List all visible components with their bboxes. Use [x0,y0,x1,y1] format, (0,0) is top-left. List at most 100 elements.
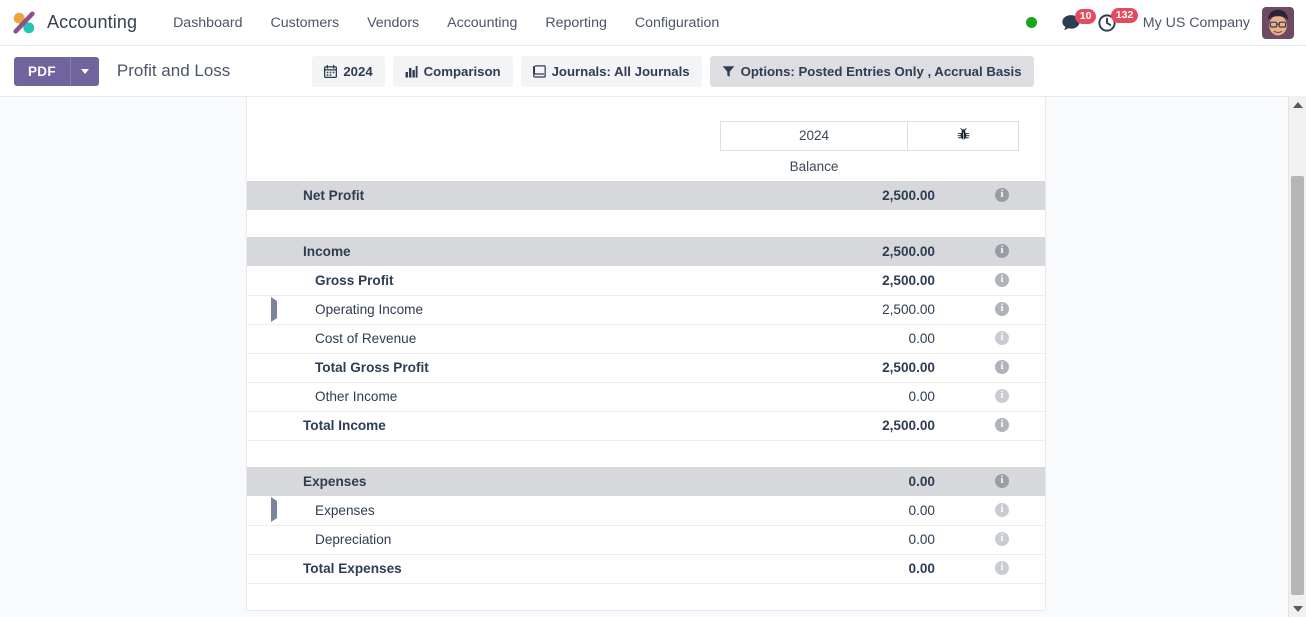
table-row[interactable]: Other Income 0.00 i [247,382,1045,412]
row-expand-cell [247,266,293,296]
info-icon[interactable]: i [995,360,1009,375]
table-row[interactable]: Expenses 0.00 i [247,467,1045,496]
info-icon[interactable]: i [995,389,1009,404]
journals-filter-label: Journals: All Journals [551,63,690,79]
row-info-cell: i [989,554,1045,584]
table-row[interactable]: Operating Income 2,500.00 i [247,295,1045,325]
row-value[interactable]: 0.00 [682,554,989,584]
row-value[interactable]: 0.00 [682,525,989,555]
chevron-right-icon[interactable] [271,296,277,322]
column-header-period[interactable]: 2024 [720,121,908,151]
column-header-debug[interactable] [908,121,1019,151]
row-value[interactable]: 2,500.00 [682,295,989,325]
row-expand-cell [247,353,293,383]
menu-item-customers[interactable]: Customers [256,9,353,37]
row-value[interactable]: 2,500.00 [682,181,989,210]
menu-item-dashboard[interactable]: Dashboard [159,9,256,37]
info-icon[interactable]: i [995,532,1009,547]
row-expand-cell[interactable] [247,295,293,325]
table-row[interactable]: Depreciation 0.00 i [247,525,1045,555]
report-sheet: 2024 Balance Net Profit 2,500.00 i Incom… [246,97,1046,611]
table-row[interactable]: Income 2,500.00 i [247,237,1045,266]
menu-item-reporting[interactable]: Reporting [531,9,621,37]
row-value[interactable]: 2,500.00 [682,353,989,383]
row-label[interactable]: Total Income [293,411,683,441]
info-icon[interactable]: i [995,474,1009,489]
comparison-filter-button[interactable]: Comparison [392,55,513,87]
row-value[interactable]: 2,500.00 [682,266,989,296]
row-value[interactable]: 0.00 [682,467,989,496]
row-label[interactable]: Operating Income [293,295,683,325]
vertical-scrollbar[interactable] [1288,96,1306,617]
chevron-right-icon[interactable] [271,497,277,523]
report-content-area: 2024 Balance Net Profit 2,500.00 i Incom… [0,96,1306,617]
row-label[interactable]: Cost of Revenue [293,324,683,354]
row-expand-cell [247,237,293,266]
row-value[interactable]: 2,500.00 [682,237,989,266]
row-expand-cell [247,554,293,584]
options-filter-button[interactable]: Options: Posted Entries Only , Accrual B… [709,55,1034,87]
info-icon[interactable]: i [995,302,1009,317]
row-value[interactable]: 0.00 [682,382,989,412]
scroll-up-arrow[interactable] [1289,96,1306,113]
info-icon[interactable]: i [995,503,1009,518]
odoo-logo-icon [13,11,35,34]
row-label[interactable]: Total Gross Profit [293,353,683,383]
pdf-button-group: PDF [14,56,99,86]
info-icon[interactable]: i [995,561,1009,576]
menu-item-vendors[interactable]: Vendors [353,9,433,37]
comparison-filter-label: Comparison [423,63,501,79]
activities-count-badge: 132 [1110,7,1139,23]
row-label[interactable]: Expenses [293,496,683,526]
row-info-cell: i [989,411,1045,441]
triangle-up-icon [1292,101,1303,108]
row-label[interactable]: Total Expenses [293,554,683,584]
activities-button[interactable]: 132 [1091,7,1139,37]
export-dropdown-button[interactable] [69,56,99,86]
table-row[interactable]: Total Gross Profit 2,500.00 i [247,353,1045,383]
date-filter-button[interactable]: 2024 [312,55,385,87]
row-info-cell: i [989,496,1045,526]
chart-bar-icon [405,65,418,78]
info-icon[interactable]: i [995,244,1009,259]
export-pdf-button[interactable]: PDF [14,56,70,86]
row-label[interactable]: Net Profit [293,181,683,210]
journals-filter-button[interactable]: Journals: All Journals [520,55,702,87]
triangle-down-icon [1292,605,1303,612]
date-filter-label: 2024 [343,63,373,79]
table-row[interactable]: Net Profit 2,500.00 i [247,181,1045,210]
app-brand[interactable]: Accounting [10,9,137,37]
menu-item-configuration[interactable]: Configuration [621,9,733,37]
table-row[interactable]: Total Expenses 0.00 i [247,554,1045,584]
company-switcher[interactable]: My US Company [1127,15,1262,31]
funnel-icon [722,65,734,77]
row-info-cell: i [989,237,1045,266]
table-row[interactable]: Total Income 2,500.00 i [247,411,1045,441]
row-expand-cell[interactable] [247,496,293,526]
scrollbar-thumb[interactable] [1291,176,1304,595]
user-avatar[interactable] [1262,6,1294,39]
info-icon[interactable]: i [995,273,1009,288]
top-navbar: Accounting Dashboard Customers Vendors A… [0,0,1306,46]
menu-item-accounting[interactable]: Accounting [433,9,531,37]
row-label[interactable]: Gross Profit [293,266,683,296]
info-icon[interactable]: i [995,331,1009,346]
row-value[interactable]: 0.00 [682,324,989,354]
info-icon[interactable]: i [995,188,1009,203]
options-filter-label: Options: Posted Entries Only , Accrual B… [740,63,1022,79]
table-spacer-row [247,440,1045,467]
row-value[interactable]: 0.00 [682,496,989,526]
table-row[interactable]: Cost of Revenue 0.00 i [247,324,1045,354]
row-label[interactable]: Depreciation [293,525,683,555]
table-row[interactable]: Expenses 0.00 i [247,496,1045,526]
row-expand-cell [247,467,293,496]
row-label[interactable]: Expenses [293,467,683,496]
row-value[interactable]: 2,500.00 [682,411,989,441]
info-icon[interactable]: i [995,418,1009,433]
row-label[interactable]: Income [293,237,683,266]
messages-button[interactable]: 10 [1055,8,1097,36]
row-label[interactable]: Other Income [293,382,683,412]
row-info-cell: i [989,324,1045,354]
table-row[interactable]: Gross Profit 2,500.00 i [247,266,1045,296]
scroll-down-arrow[interactable] [1289,600,1306,617]
